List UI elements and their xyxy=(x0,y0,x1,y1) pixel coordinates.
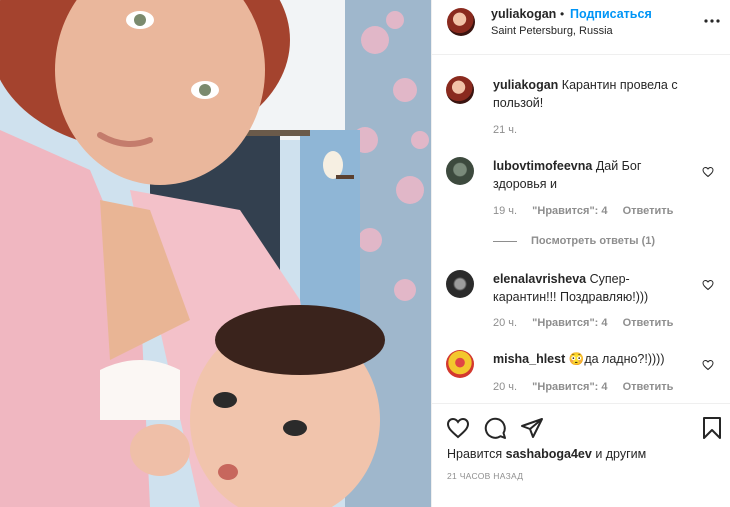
comment-item: elenalavrisheva Супер-карантин!!! Поздра… xyxy=(446,270,720,340)
author-username[interactable]: yuliakogan xyxy=(491,7,556,21)
comment-likes[interactable]: "Нравится": 4 xyxy=(532,381,607,393)
caption-avatar[interactable] xyxy=(446,76,474,104)
comment-item: misha_hlest 😳да ладно?!)))) 20 ч. "Нрави… xyxy=(446,350,720,395)
comment-meta: 20 ч. "Нравится": 4 Ответить xyxy=(493,381,685,393)
heart-icon[interactable] xyxy=(702,166,714,178)
comment-likes[interactable]: "Нравится": 4 xyxy=(532,317,607,329)
post-location[interactable]: Saint Petersburg, Russia xyxy=(491,25,613,37)
share-icon[interactable] xyxy=(520,416,544,440)
post-time[interactable]: 21 ЧАСОВ НАЗАД xyxy=(447,471,523,481)
caption-time[interactable]: 21 ч. xyxy=(493,124,517,136)
comment-time[interactable]: 20 ч. xyxy=(493,381,517,393)
caption: yuliakogan Карантин провела с пользой! 2… xyxy=(446,76,720,136)
comment-item: lubovtimofeevna Дай Бог здоровья и 19 ч.… xyxy=(446,157,720,227)
commenter-avatar[interactable] xyxy=(446,350,474,378)
reply-button[interactable]: Ответить xyxy=(623,381,674,393)
heart-icon[interactable] xyxy=(702,279,714,291)
reply-button[interactable]: Ответить xyxy=(623,205,674,217)
comment-meta: 20 ч. "Нравится": 4 Ответить xyxy=(493,317,685,329)
likes-prefix: Нравится xyxy=(447,447,503,461)
follow-button[interactable]: Подписаться xyxy=(570,7,652,21)
comment-text: misha_hlest 😳да ладно?!)))) xyxy=(493,350,693,368)
comment-meta: 19 ч. "Нравится": 4 Ответить xyxy=(493,205,685,217)
reply-button[interactable]: Ответить xyxy=(623,317,674,329)
photo-illustration xyxy=(0,0,431,507)
post-photo[interactable] xyxy=(0,0,431,507)
comment-text: elenalavrisheva Супер-карантин!!! Поздра… xyxy=(493,270,693,306)
commenter-avatar[interactable] xyxy=(446,157,474,185)
more-horizontal-icon[interactable] xyxy=(703,12,721,30)
view-replies-label[interactable]: Посмотреть ответы (1) xyxy=(531,235,655,247)
heart-icon[interactable] xyxy=(446,416,470,440)
comment-text: lubovtimofeevna Дай Бог здоровья и xyxy=(493,157,693,193)
action-bar: Нравится sashaboga4ev и другим 21 ЧАСОВ … xyxy=(432,403,730,507)
separator-dot: • xyxy=(560,7,565,21)
author-avatar[interactable] xyxy=(447,8,475,36)
replies-line xyxy=(493,240,517,242)
comment-time[interactable]: 19 ч. xyxy=(493,205,517,217)
caption-meta: 21 ч. xyxy=(493,124,529,136)
comment-time[interactable]: 20 ч. xyxy=(493,317,517,329)
commenter-username[interactable]: elenalavrisheva xyxy=(493,272,586,286)
bookmark-icon[interactable] xyxy=(700,416,724,440)
comment-likes[interactable]: "Нравится": 4 xyxy=(532,205,607,217)
comment-icon[interactable] xyxy=(483,416,507,440)
comment-body: 😳да ладно?!)))) xyxy=(568,352,665,366)
commenter-avatar[interactable] xyxy=(446,270,474,298)
commenter-username[interactable]: misha_hlest xyxy=(493,352,565,366)
post-header: yuliakogan • Подписаться Saint Petersbur… xyxy=(432,0,730,55)
post-sidebar: yuliakogan • Подписаться Saint Petersbur… xyxy=(431,0,730,507)
heart-icon[interactable] xyxy=(702,359,714,371)
caption-author[interactable]: yuliakogan xyxy=(493,78,558,92)
likes-summary: Нравится sashaboga4ev и другим xyxy=(447,447,646,461)
likes-suffix[interactable]: и другим xyxy=(595,447,646,461)
view-replies-button[interactable]: Посмотреть ответы (1) xyxy=(493,235,655,247)
likes-user[interactable]: sashaboga4ev xyxy=(506,447,592,461)
caption-text: yuliakogan Карантин провела с пользой! xyxy=(493,76,693,112)
commenter-username[interactable]: lubovtimofeevna xyxy=(493,159,592,173)
